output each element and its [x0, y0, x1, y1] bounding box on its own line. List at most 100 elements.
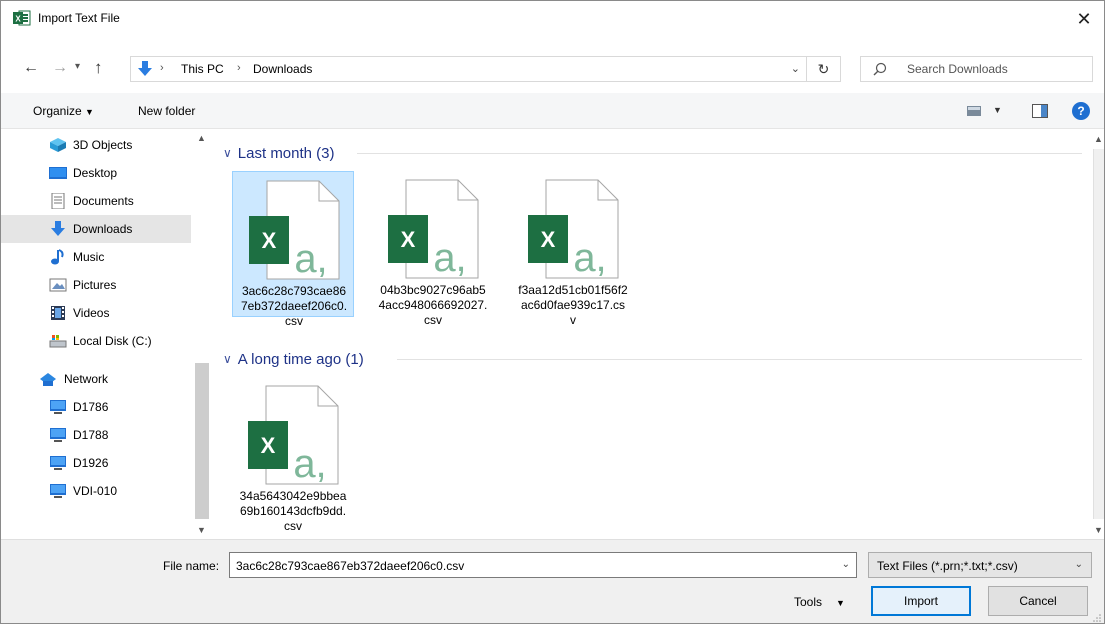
tools-label: Tools — [794, 595, 823, 609]
sidebar-item-local-disk[interactable]: Local Disk (C:) — [1, 327, 191, 355]
up-arrow-icon[interactable]: ↑ — [94, 58, 103, 78]
scrollbar-thumb[interactable] — [195, 363, 209, 519]
close-button[interactable]: ✕ — [1064, 1, 1104, 37]
chevron-down-icon[interactable]: ⌄ — [842, 559, 850, 570]
file-name: 04b3bc9027c96ab54acc948066692027.csv — [378, 283, 488, 327]
recent-locations-chevron-icon[interactable]: ▾ — [75, 61, 80, 72]
chevron-down-icon: ▼ — [85, 107, 94, 117]
sidebar-item-3d-objects[interactable]: 3D Objects — [1, 131, 191, 159]
close-icon: ✕ — [1076, 8, 1092, 29]
sidebar-item-d1926[interactable]: D1926 — [1, 449, 191, 477]
refresh-button[interactable]: ↻ — [807, 56, 841, 82]
svg-text:X: X — [15, 15, 21, 24]
computer-icon — [50, 484, 66, 498]
computer-icon — [50, 428, 66, 442]
sidebar-item-label: D1786 — [73, 400, 109, 414]
file-name-input[interactable]: 3ac6c28c793cae867eb372daeef206c0.csv ⌄ — [229, 552, 857, 578]
music-icon — [51, 249, 64, 265]
desktop-icon — [49, 167, 67, 179]
sidebar-item-desktop[interactable]: Desktop — [1, 159, 191, 187]
navigation-pane: 3D Objects Desktop Documents Downloads M… — [1, 129, 211, 539]
file-item[interactable]: X a, f3aa12d51cb01f56f2ac6d0fae939c17.cs… — [512, 171, 634, 327]
svg-text:a,: a, — [294, 237, 327, 280]
sidebar-item-label: VDI-010 — [73, 484, 118, 498]
sidebar-item-label: Desktop — [73, 166, 118, 180]
forward-arrow-icon[interactable]: → — [52, 59, 68, 77]
excel-app-icon: X — [13, 10, 31, 26]
resize-grip-icon[interactable] — [1092, 613, 1102, 623]
file-item[interactable]: X a, 3ac6c28c793cae867eb372daeef206c0.cs… — [232, 171, 354, 328]
refresh-icon: ↻ — [817, 60, 830, 77]
sidebar-item-label: Documents — [73, 194, 134, 208]
sidebar-item-label: D1926 — [73, 456, 109, 470]
sidebar-item-d1786[interactable]: D1786 — [1, 393, 191, 421]
svg-text:X: X — [401, 227, 416, 252]
excel-csv-file-icon: X a, — [249, 180, 340, 280]
group-header-label: A long time ago (1) — [237, 350, 364, 368]
file-name: 3ac6c28c793cae867eb372daeef206c0.csv — [240, 284, 348, 328]
import-button[interactable]: Import — [871, 586, 971, 616]
sidebar-item-network[interactable]: Network — [1, 365, 191, 393]
videos-icon — [51, 306, 65, 320]
group-divider — [357, 153, 1082, 154]
sidebar-item-label: Local Disk (C:) — [73, 334, 152, 348]
excel-csv-file-icon: X a, — [528, 179, 619, 279]
svg-text:X: X — [541, 227, 556, 252]
svg-text:a,: a, — [573, 236, 606, 279]
svg-text:X: X — [262, 228, 277, 253]
address-dropdown-chevron-icon[interactable]: ⌄ — [791, 62, 800, 75]
breadcrumb-downloads[interactable]: Downloads — [253, 62, 312, 76]
scroll-up-icon[interactable]: ▲ — [197, 133, 206, 143]
scroll-up-icon[interactable]: ▲ — [1094, 134, 1103, 144]
file-item[interactable]: X a, 34a5643042e9bbea69b160143dcfb9dd.cs… — [232, 377, 354, 533]
change-view-icon[interactable] — [967, 106, 981, 116]
sidebar-item-d1788[interactable]: D1788 — [1, 421, 191, 449]
breadcrumb-this-pc[interactable]: This PC — [181, 62, 224, 76]
file-name: 34a5643042e9bbea69b160143dcfb9dd.csv — [239, 489, 347, 533]
chevron-down-icon: ∨ — [223, 146, 232, 160]
excel-csv-file-icon: X a, — [248, 385, 339, 485]
organize-label: Organize — [33, 104, 82, 118]
file-item[interactable]: X a, 04b3bc9027c96ab54acc948066692027.cs… — [372, 171, 494, 327]
search-icon — [873, 62, 887, 76]
preview-pane-icon[interactable] — [1032, 104, 1048, 118]
scroll-down-icon[interactable]: ▼ — [197, 525, 206, 535]
new-folder-button[interactable]: New folder — [138, 104, 195, 118]
sidebar-item-videos[interactable]: Videos — [1, 299, 191, 327]
sidebar-item-vdi-010[interactable]: VDI-010 — [1, 477, 191, 505]
documents-icon — [51, 193, 65, 209]
address-bar[interactable]: › This PC › Downloads ⌄ — [130, 56, 807, 82]
sidebar-item-music[interactable]: Music — [1, 243, 191, 271]
sidebar-item-label: Pictures — [73, 278, 117, 292]
group-header-a-long-time-ago[interactable]: ∨ A long time ago (1) — [223, 348, 364, 370]
group-header-last-month[interactable]: ∨ Last month (3) — [223, 142, 335, 164]
cancel-button[interactable]: Cancel — [988, 586, 1088, 616]
scroll-down-icon[interactable]: ▼ — [1094, 525, 1103, 535]
group-header-label: Last month (3) — [237, 144, 335, 162]
breadcrumb-separator: › — [160, 62, 164, 74]
breadcrumb-separator: › — [237, 62, 241, 74]
3d-objects-icon — [50, 138, 66, 152]
back-arrow-icon[interactable]: ← — [23, 59, 39, 77]
navigation-scrollbar[interactable]: ▲ ▼ — [193, 129, 211, 539]
tools-menu-button[interactable]: Tools ▼ — [794, 595, 845, 609]
file-list: ∨ Last month (3) X a, 3ac6c28c793cae867e… — [215, 129, 1092, 539]
sidebar-item-label: Network — [64, 372, 109, 386]
computer-icon — [50, 400, 66, 414]
scrollbar-thumb[interactable] — [1093, 149, 1104, 519]
file-name-value: 3ac6c28c793cae867eb372daeef206c0.csv — [236, 559, 465, 573]
sidebar-item-downloads[interactable]: Downloads — [1, 215, 191, 243]
svg-text:X: X — [261, 433, 276, 458]
file-type-select[interactable]: Text Files (*.prn;*.txt;*.csv) ⌄ — [868, 552, 1092, 578]
svg-text:a,: a, — [433, 236, 466, 279]
search-placeholder: Search Downloads — [907, 62, 1008, 76]
sidebar-item-label: 3D Objects — [73, 138, 133, 152]
file-list-scrollbar[interactable]: ▲ ▼ — [1092, 129, 1104, 539]
command-bar: Organize ▼ New folder ▼ ? — [1, 93, 1104, 129]
search-box[interactable]: Search Downloads — [860, 56, 1093, 82]
sidebar-item-pictures[interactable]: Pictures — [1, 271, 191, 299]
sidebar-item-documents[interactable]: Documents — [1, 187, 191, 215]
help-icon[interactable]: ? — [1072, 102, 1090, 120]
organize-button[interactable]: Organize ▼ — [33, 104, 94, 118]
view-options-chevron-icon[interactable]: ▼ — [993, 105, 1002, 115]
